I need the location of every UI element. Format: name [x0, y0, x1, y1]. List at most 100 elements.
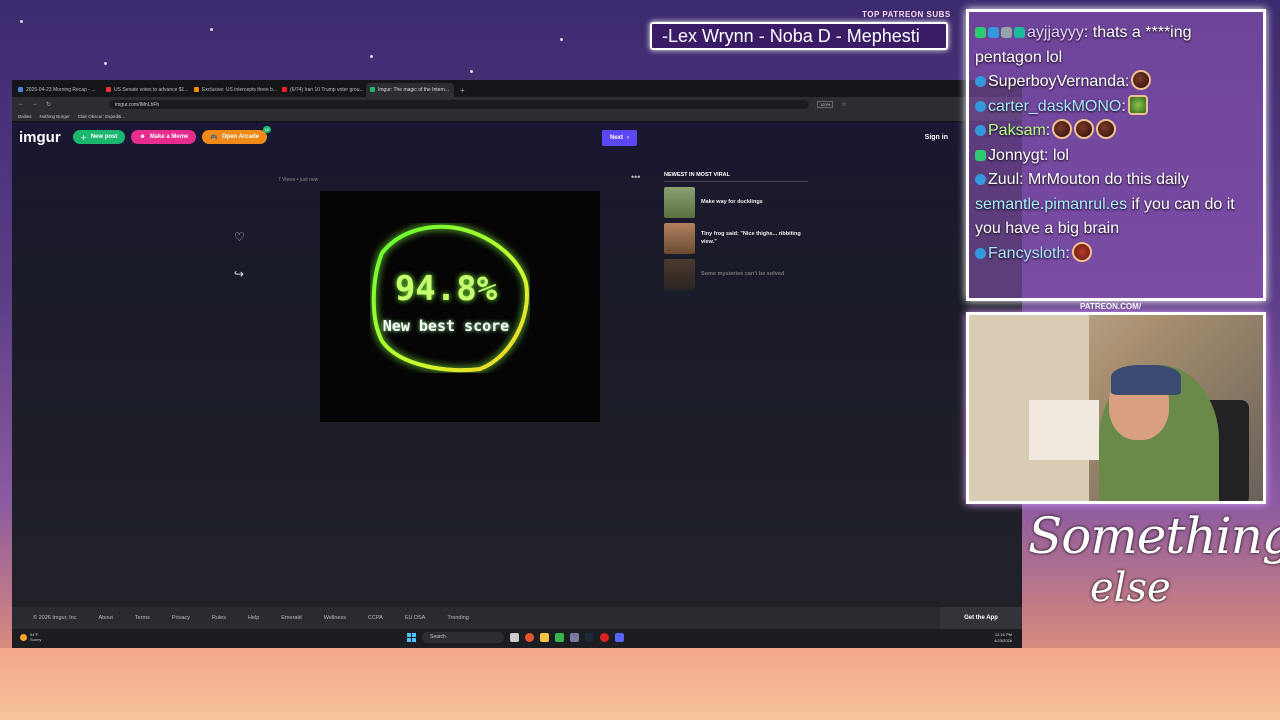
- spreadsheet-icon[interactable]: [555, 633, 564, 642]
- tab-intercepts[interactable]: Exclusive: US intercepts three b...: [190, 83, 278, 97]
- weather-condition: Sunny: [30, 637, 42, 642]
- footer-rules[interactable]: Rules: [212, 615, 226, 621]
- webcam-feed: [966, 312, 1266, 504]
- chat-message: Jonnygt: lol: [975, 144, 1257, 169]
- footer-about[interactable]: About: [99, 615, 113, 621]
- footer-copyright: © 2026 Imgur, Inc: [33, 615, 77, 621]
- make-meme-button[interactable]: ☻ Make a Meme: [131, 130, 197, 144]
- sign-in-link[interactable]: Sign in: [925, 134, 948, 141]
- windows-taskbar: 54°F Sunny Search 12:15 PM 4/23/2026: [12, 629, 1022, 648]
- imgur-footer: © 2026 Imgur, Inc About Terms Privacy Ru…: [12, 607, 1022, 629]
- footer-terms[interactable]: Terms: [135, 615, 150, 621]
- tab-favicon: [194, 87, 199, 92]
- tab-favicon: [282, 87, 287, 92]
- footer-eu-dsa[interactable]: EU DSA: [405, 615, 425, 621]
- footer-emerald[interactable]: Emerald: [281, 615, 301, 621]
- browser-icon[interactable]: [525, 633, 534, 642]
- share-icon[interactable]: ↪: [234, 267, 244, 281]
- sun-icon: [20, 633, 27, 641]
- viral-item[interactable]: Tiny frog said: "Nice thighs... ribbitin…: [664, 223, 808, 254]
- score-text: 94.8%: [394, 269, 498, 309]
- tab-trump-voter[interactable]: (6/74) Iran 10 Trump voter grou...: [278, 83, 366, 97]
- next-label: Next: [610, 135, 624, 141]
- patreon-url: PATREON.COM/: [1080, 302, 1142, 311]
- chat-text: : lol: [1044, 146, 1069, 164]
- chat-message: ayjjayyy: thats a ****ing pentagon lol: [975, 21, 1257, 70]
- footer-ccpa[interactable]: CCPA: [368, 615, 383, 621]
- open-arcade-button[interactable]: 🎮 Open Arcade 10: [202, 126, 271, 144]
- reload-icon[interactable]: ↻: [46, 101, 51, 108]
- tab-senate[interactable]: US Senate votes to advance $1...: [102, 83, 190, 97]
- taskbar-search[interactable]: Search: [422, 632, 504, 643]
- chat-username: Zuul: [988, 171, 1020, 188]
- back-icon[interactable]: ←: [18, 101, 24, 107]
- emote-icon: [1127, 94, 1148, 115]
- browser-window: 2026-04-23 Morning Recap - ... US Senate…: [12, 80, 1022, 648]
- zoom-indicator[interactable]: 120%: [817, 100, 834, 108]
- viral-thumbnail: [664, 223, 695, 254]
- tab-label: (6/74) Iran 10 Trump voter grou...: [290, 87, 364, 93]
- file-explorer-icon[interactable]: [540, 633, 549, 642]
- chat-username: carter_daskMONO: [988, 97, 1122, 115]
- imgur-page: imgur ＋ New post ☻ Make a Meme 🎮 Open Arcad…: [12, 122, 1022, 629]
- clock-date: 4/23/2026: [994, 638, 1012, 643]
- else-script: else: [1090, 565, 1171, 611]
- discord-icon[interactable]: [615, 633, 624, 642]
- chat-text: :: [1045, 122, 1051, 139]
- weather-widget[interactable]: 54°F Sunny: [20, 632, 41, 642]
- taskbar-clock[interactable]: 12:15 PM 4/23/2026: [994, 632, 1012, 644]
- footer-privacy[interactable]: Privacy: [172, 615, 190, 621]
- viral-thumbnail: [664, 187, 695, 218]
- best-score-caption: New best score: [382, 317, 510, 335]
- emote-icon: [1071, 241, 1092, 262]
- viral-item[interactable]: Make way for ducklings: [664, 187, 808, 218]
- badge-icon: [975, 125, 986, 136]
- windows-start-icon[interactable]: [407, 633, 416, 642]
- chat-username: Jonnygt: [988, 146, 1045, 164]
- chat-username: SuperboyVernanda: [988, 73, 1125, 90]
- app-icon[interactable]: [570, 633, 579, 642]
- next-button[interactable]: Next ›: [602, 130, 638, 146]
- chat-text: :: [1065, 244, 1070, 262]
- new-tab-button[interactable]: +: [454, 86, 471, 97]
- tab-label: Imgur: The magic of the Intern...: [378, 87, 450, 93]
- tab-favicon: [18, 87, 23, 92]
- new-post-button[interactable]: ＋ New post: [72, 130, 126, 144]
- viral-title: NEWEST IN MOST VIRAL: [664, 172, 808, 182]
- emote-icon: [1096, 119, 1117, 139]
- bottom-decoration: [0, 648, 1280, 720]
- tab-morning-recap[interactable]: 2026-04-23 Morning Recap - ...: [14, 83, 102, 97]
- footer-help[interactable]: Help: [248, 615, 259, 621]
- task-view-icon[interactable]: [510, 633, 519, 642]
- bookmark-nothing-burger[interactable]: Nothing Burger: [40, 114, 70, 119]
- bookmark-star-icon[interactable]: ☆: [841, 101, 846, 108]
- bookmark-clair-obscur[interactable]: Clair Obscur: Expediti...: [78, 114, 125, 119]
- chat-message: SuperboyVernanda:: [975, 70, 1257, 95]
- something-script: Something: [1028, 507, 1280, 565]
- post-image[interactable]: 94.8% New best score: [320, 191, 600, 422]
- chat-message: Zuul: MrMouton do this daily semantle.pi…: [975, 168, 1257, 242]
- bookmark-dailies[interactable]: Dailies: [18, 114, 32, 119]
- tab-favicon: [106, 87, 111, 92]
- forward-icon[interactable]: →: [32, 101, 38, 107]
- address-bar: ← → ↻ imgur.com/IMnLhFh 120% ☆: [12, 97, 1022, 111]
- tab-imgur[interactable]: Imgur: The magic of the Intern...: [366, 83, 454, 97]
- heart-icon[interactable]: ♡: [234, 230, 245, 244]
- chat-link[interactable]: semantle.pimanrul.es: [975, 196, 1127, 213]
- obs-icon[interactable]: [600, 633, 609, 642]
- footer-trending[interactable]: Trending: [447, 615, 469, 621]
- footer-wellness[interactable]: Wellness: [324, 615, 346, 621]
- top-subs-names: -Lex Wrynn - Noba D - Mephesti: [650, 22, 948, 50]
- clock-time: 12:15 PM: [994, 632, 1012, 637]
- url-field[interactable]: imgur.com/IMnLhFh: [109, 99, 810, 109]
- steam-icon[interactable]: [585, 633, 594, 642]
- imgur-logo[interactable]: imgur: [19, 129, 61, 146]
- taskbar-apps: Search: [407, 632, 624, 643]
- chat-text: :: [1121, 97, 1126, 115]
- viral-item[interactable]: Some mysteries can't be solved: [664, 259, 808, 290]
- more-options-icon[interactable]: •••: [631, 172, 640, 182]
- get-app-button[interactable]: Get the App: [940, 607, 1022, 629]
- new-post-label: New post: [90, 134, 118, 140]
- open-arcade-label: Open Arcade: [221, 134, 259, 140]
- make-meme-label: Make a Meme: [149, 134, 189, 140]
